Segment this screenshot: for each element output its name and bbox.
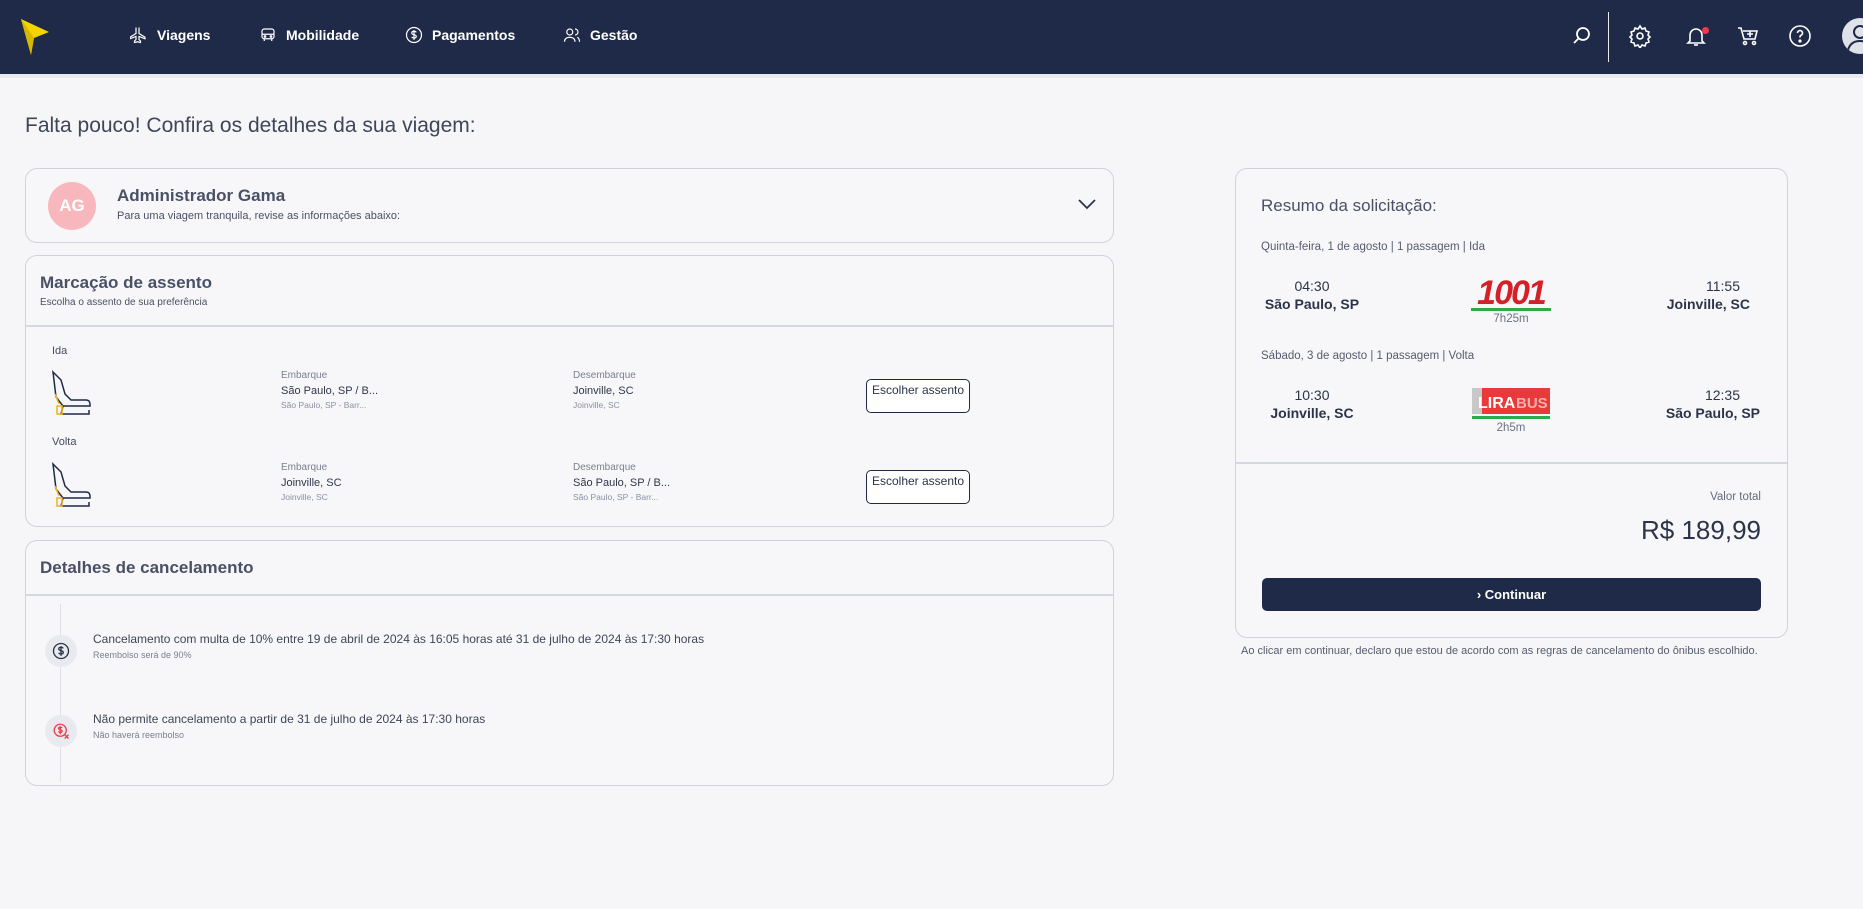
traveler-avatar: AG [48,182,96,230]
choose-seat-button-ida[interactable]: Escolher assento [866,379,970,413]
leg-label-volta: Volta [52,436,77,448]
carrier-logo-1001: 1001 [1471,274,1551,312]
no-refund-icon [45,715,77,747]
embark-detail: São Paulo, SP - Barr... [281,400,367,410]
divider [26,325,1113,327]
disembark-label: Desembarque [573,370,636,381]
dollar-icon [405,26,423,44]
nav-item-pagamentos[interactable]: Pagamentos [405,22,515,48]
seat-icon [52,462,91,507]
continue-button[interactable]: › Continuar [1262,578,1761,611]
trip-meta-volta: Sábado, 3 de agosto | 1 passagem | Volta [1261,350,1475,362]
page-title: Falta pouco! Confira os detalhes da sua … [25,114,476,137]
dollar-icon [45,635,77,667]
car-icon [261,28,275,41]
embark-label: Embarque [281,370,328,381]
seat-section-title: Marcação de assento [40,273,212,292]
help-icon[interactable] [1788,24,1812,48]
embark-label: Embarque [281,462,328,473]
topbar-shadow [0,74,1863,78]
nav-item-label: Gestão [590,27,638,43]
cancellation-rule-text: Cancelamento com multa de 10% entre 19 d… [93,632,705,646]
cancellation-rule-sub: Reembolso será de 90% [93,650,192,660]
seat-section-subtitle: Escolha o assento de sua preferência [40,297,208,308]
plane-icon [130,27,146,44]
depart-city: Joinville, SC [1270,405,1354,421]
embark-place: São Paulo, SP / B... [281,385,379,397]
arrive-city: Joinville, SC [1666,296,1750,312]
trip-duration: 7h25m [1493,313,1529,325]
arrive-time: 11:55 [1706,278,1740,294]
nav-item-label: Viagens [157,27,211,43]
nav-item-label: Pagamentos [432,27,516,43]
divider [1236,462,1787,464]
total-value: R$ 189,99 [1641,515,1761,545]
leg-label-ida: Ida [52,345,68,357]
gear-icon[interactable] [1628,24,1652,48]
carrier-logo-lirabus: LIRA BUS [1472,388,1550,419]
carrier-logo-text: LIRA [1478,395,1516,412]
timeline-line [60,604,61,782]
disclaimer-text: Ao clicar em continuar, declaro que esto… [1241,645,1758,657]
disembark-place: São Paulo, SP / B... [573,477,671,489]
search-icon[interactable] [1570,24,1594,48]
disembark-place: Joinville, SC [573,385,634,397]
depart-time: 10:30 [1294,387,1330,403]
disembark-detail: São Paulo, SP - Barr... [573,492,659,502]
disembark-label: Desembarque [573,462,636,473]
users-icon [563,28,581,42]
arrive-city: São Paulo, SP [1665,405,1760,421]
cancellation-rule-sub: Não haverá reembolso [93,730,185,740]
nav-item-viagens[interactable]: Viagens [130,22,210,48]
traveler-subtitle: Para uma viagem tranquila, revise as inf… [117,210,401,222]
carrier-logo-text: 1001 [1477,274,1546,312]
notification-dot [1702,27,1709,34]
cancellation-rule-text: Não permite cancelamento a partir de 31 … [93,712,486,726]
disembark-detail: Joinville, SC [573,400,620,410]
carrier-logo-text: BUS [1516,395,1548,412]
seat-icon [52,370,91,415]
total-label: Valor total [1710,491,1761,503]
logo-icon[interactable] [20,18,50,56]
summary-title: Resumo da solicitação: [1261,196,1437,215]
nav-item-label: Mobilidade [286,27,360,43]
cart-icon[interactable] [1736,24,1760,48]
nav-item-gestao[interactable]: Gestão [563,22,637,48]
embark-detail: Joinville, SC [281,492,328,502]
nav-divider [1608,12,1609,62]
trip-duration: 2h5m [1496,422,1526,434]
choose-seat-button-volta[interactable]: Escolher assento [866,470,970,504]
cancellation-title: Detalhes de cancelamento [40,558,254,577]
depart-time: 04:30 [1294,278,1330,294]
traveler-name: Administrador Gama [117,186,286,205]
embark-place: Joinville, SC [281,477,342,489]
nav-item-mobilidade[interactable]: Mobilidade [259,22,359,48]
trip-meta-ida: Quinta-feira, 1 de agosto | 1 passagem |… [1261,241,1485,253]
arrive-time: 12:35 [1704,387,1740,403]
chevron-down-icon[interactable] [1077,197,1097,211]
divider [26,594,1113,596]
depart-city: São Paulo, SP [1264,296,1360,312]
